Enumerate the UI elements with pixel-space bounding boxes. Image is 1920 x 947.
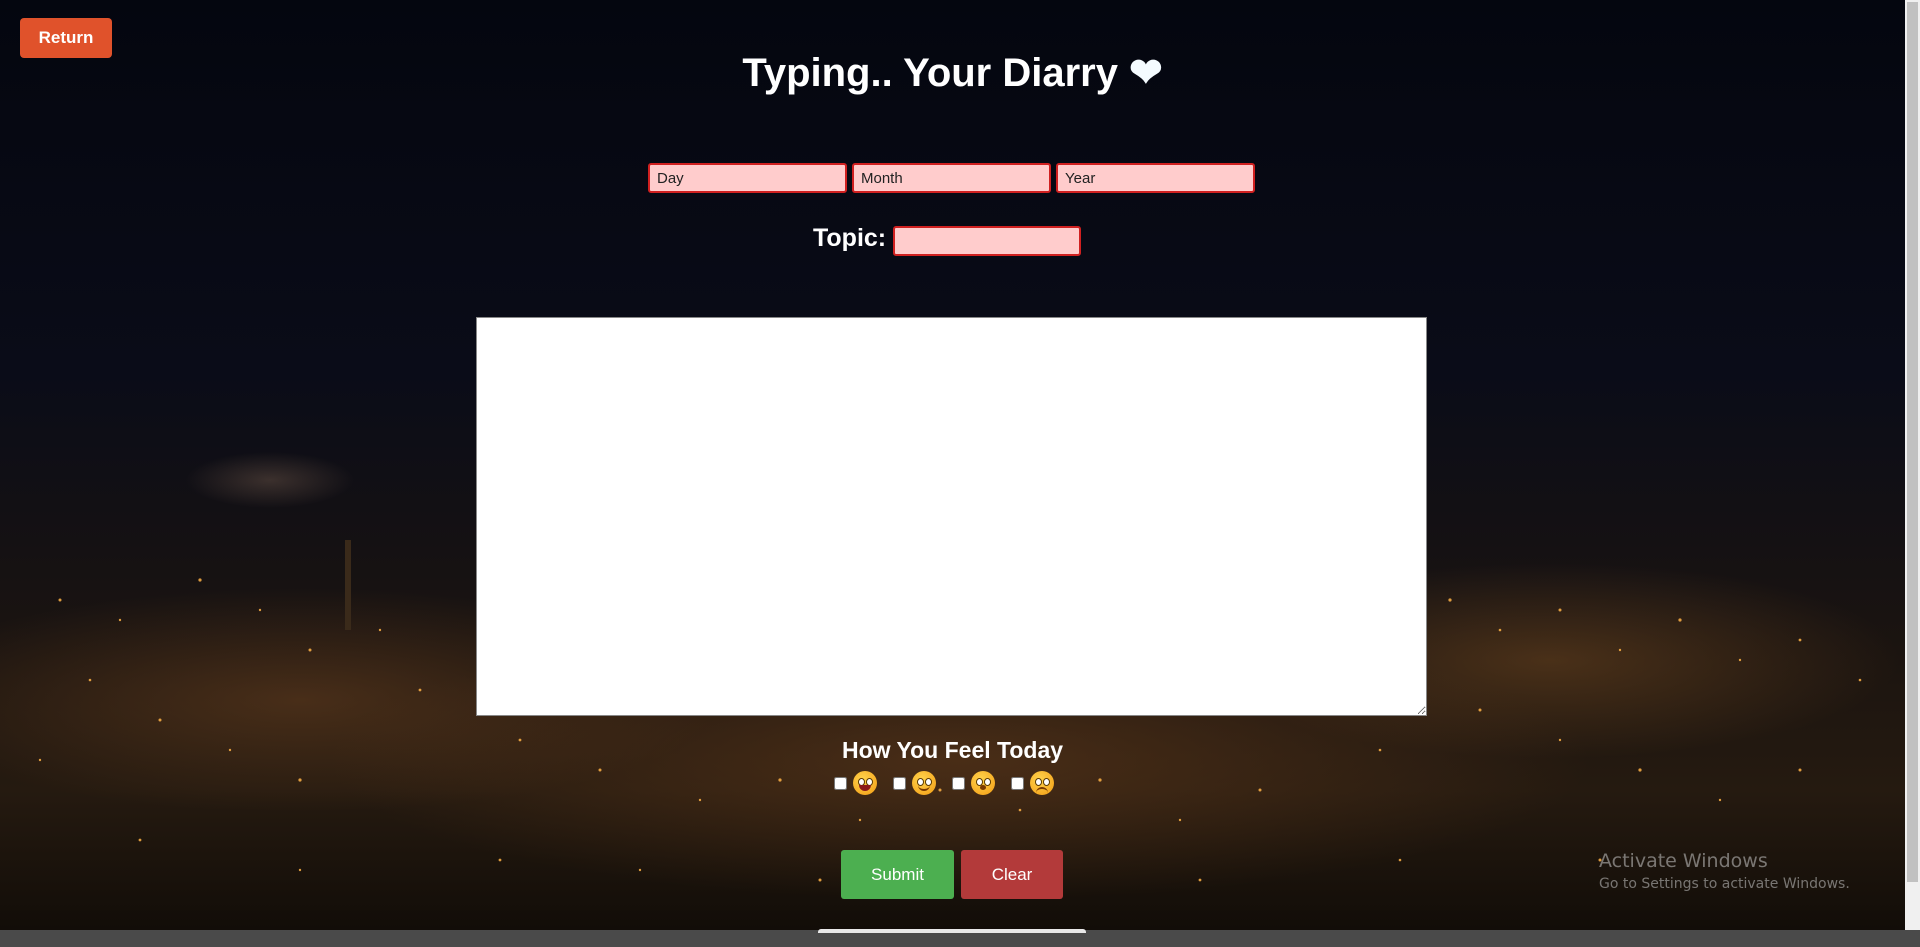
topic-input[interactable] <box>893 226 1081 256</box>
activate-windows-watermark: Activate Windows Go to Settings to activ… <box>1599 850 1850 892</box>
year-input[interactable] <box>1056 163 1255 193</box>
watermark-line-1: Activate Windows <box>1599 850 1768 872</box>
diary-textarea[interactable] <box>476 317 1427 716</box>
surprised-emoji-icon <box>971 771 995 795</box>
topic-label: Topic: <box>813 224 887 252</box>
mood-checkbox-tongue-out[interactable] <box>834 776 847 790</box>
submit-button[interactable]: Submit <box>841 850 954 899</box>
mood-checkbox-sad[interactable] <box>1011 776 1024 790</box>
vertical-scrollbar[interactable] <box>1905 0 1920 930</box>
heart-icon: ❤ <box>1129 51 1163 95</box>
sad-emoji-icon <box>1030 771 1054 795</box>
mood-checkbox-smiling[interactable] <box>893 776 906 790</box>
month-input[interactable] <box>852 163 1051 193</box>
day-input[interactable] <box>648 163 847 193</box>
page-title-text: Typing.. Your Diarry <box>742 51 1118 95</box>
mood-checkbox-surprised[interactable] <box>952 776 965 790</box>
mood-heading: How You Feel Today <box>841 737 1064 763</box>
clear-button[interactable]: Clear <box>961 850 1063 899</box>
smiling-emoji-icon <box>912 771 936 795</box>
tongue-out-emoji-icon <box>853 771 877 795</box>
watermark-line-2: Go to Settings to activate Windows. <box>1599 876 1850 892</box>
bottom-tab-edge <box>818 929 1086 933</box>
mood-options <box>834 771 1064 795</box>
scrollbar-thumb[interactable] <box>1907 2 1918 882</box>
page-title: Typing.. Your Diarry ❤ <box>0 50 1905 96</box>
